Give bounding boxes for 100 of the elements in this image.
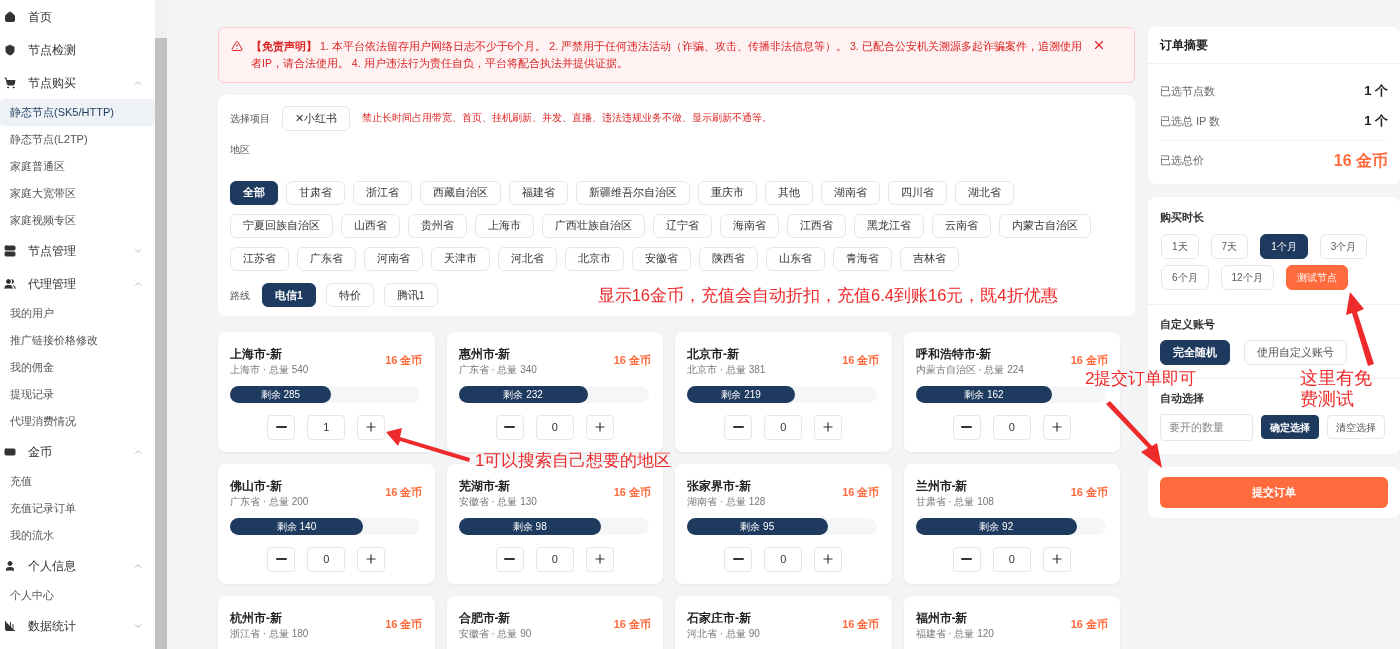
sidebar-group[interactable]: 节点购买 <box>0 66 155 99</box>
region-chip[interactable]: 全部 <box>230 181 278 205</box>
region-chip[interactable]: 海南省 <box>720 214 779 238</box>
route-chip[interactable]: 特价 <box>325 283 374 308</box>
decrease-button[interactable] <box>724 546 753 572</box>
region-chip[interactable]: 西藏自治区 <box>420 181 501 205</box>
quantity-field[interactable]: 0 <box>764 414 803 440</box>
confirm-button[interactable]: 确定选择 <box>1261 415 1319 439</box>
route-chip[interactable]: 腾讯1 <box>383 283 438 308</box>
region-chip[interactable]: 重庆市 <box>698 181 757 205</box>
duration-option[interactable]: 1天 <box>1161 233 1199 259</box>
account-option[interactable]: 完全随机 <box>1160 340 1230 365</box>
region-chip[interactable]: 贵州省 <box>408 214 467 238</box>
sidebar-item[interactable]: 推广链接价格修改 <box>0 327 155 354</box>
decrease-button[interactable] <box>267 546 296 572</box>
region-chip[interactable]: 福建省 <box>509 181 568 205</box>
region-chip[interactable]: 河北省 <box>498 247 557 271</box>
sidebar-item[interactable]: 家庭视频专区 <box>0 207 155 234</box>
sidebar-group[interactable]: 节点管理 <box>0 234 155 267</box>
sidebar-group[interactable]: 数据统计 <box>0 609 155 642</box>
quantity-field[interactable]: 0 <box>992 546 1031 572</box>
section-label: 自定义账号 <box>1160 316 1216 332</box>
increase-button[interactable] <box>1042 546 1071 572</box>
sidebar-group[interactable]: 代理管理 <box>0 267 155 300</box>
region-chip[interactable]: 其他 <box>765 181 813 205</box>
quantity-field[interactable]: 0 <box>764 546 803 572</box>
sidebar-item[interactable]: 我的用户 <box>0 300 155 327</box>
region-chip[interactable]: 河南省 <box>364 247 423 271</box>
decrease-button[interactable] <box>724 414 753 440</box>
duration-option[interactable]: 6个月 <box>1161 264 1209 290</box>
region-chip[interactable]: 浙江省 <box>353 181 412 205</box>
region-chip[interactable]: 山西省 <box>341 214 400 238</box>
region-chip[interactable]: 甘肃省 <box>286 181 345 205</box>
scrollbar[interactable] <box>155 0 167 649</box>
region-chip[interactable]: 北京市 <box>565 247 624 271</box>
duration-option[interactable]: 7天 <box>1210 233 1249 259</box>
sidebar-item[interactable]: 充值记录订单 <box>0 495 155 522</box>
region-chip[interactable]: 湖北省 <box>955 181 1014 205</box>
plus-icon <box>1049 552 1064 567</box>
increase-button[interactable] <box>585 546 614 572</box>
region-chip[interactable]: 四川省 <box>888 181 947 205</box>
region-chip[interactable]: 青海省 <box>833 247 892 271</box>
region-chip[interactable]: 广东省 <box>297 247 356 271</box>
decrease-button[interactable] <box>267 414 296 440</box>
clear-button[interactable]: 清空选择 <box>1327 415 1385 439</box>
region-chip[interactable]: 宁夏回族自治区 <box>230 214 333 238</box>
node-title: 惠州市-新 <box>458 345 512 362</box>
duration-option[interactable]: 1个月 <box>1260 233 1308 259</box>
region-chip[interactable]: 辽宁省 <box>653 214 712 238</box>
quantity-field[interactable]: 0 <box>992 414 1031 440</box>
region-chip[interactable]: 安徽省 <box>632 247 691 271</box>
quantity-field[interactable]: 0 <box>535 546 574 572</box>
region-chip[interactable]: 江西省 <box>787 214 846 238</box>
increase-button[interactable] <box>357 546 386 572</box>
increase-button[interactable] <box>814 414 843 440</box>
sidebar-item[interactable]: 家庭大宽带区 <box>0 180 155 207</box>
region-chip[interactable]: 上海市 <box>475 214 534 238</box>
sidebar-item[interactable]: 我的流水 <box>0 522 155 549</box>
region-chip[interactable]: 天津市 <box>431 247 490 271</box>
decrease-button[interactable] <box>952 414 981 440</box>
sidebar-item[interactable]: 充值 <box>0 468 155 495</box>
sidebar-item[interactable]: 代理消费情况 <box>0 408 155 435</box>
region-chip[interactable]: 江苏省 <box>230 247 289 271</box>
decrease-button[interactable] <box>495 546 524 572</box>
decrease-button[interactable] <box>952 546 981 572</box>
sidebar-group[interactable]: 首页 <box>0 0 155 33</box>
region-chip[interactable]: 内蒙古自治区 <box>999 214 1091 238</box>
region-chip[interactable]: 陕西省 <box>699 247 758 271</box>
shield-icon <box>4 43 16 56</box>
quantity-field[interactable]: 0 <box>307 546 346 572</box>
sidebar-item[interactable]: 提现记录 <box>0 381 155 408</box>
sidebar-group[interactable]: 个人信息 <box>0 549 155 582</box>
region-chip[interactable]: 山东省 <box>766 247 825 271</box>
route-chip[interactable]: 电信1 <box>262 283 316 308</box>
quantity-field[interactable]: 1 <box>307 414 346 440</box>
increase-button[interactable] <box>1042 414 1071 440</box>
region-chip[interactable]: 新疆维吾尔自治区 <box>576 181 690 205</box>
close-icon[interactable] <box>1092 38 1106 52</box>
sidebar-item[interactable]: 静态节点(L2TP) <box>0 126 155 153</box>
region-chip[interactable]: 广西壮族自治区 <box>542 214 645 238</box>
region-chip[interactable]: 湖南省 <box>821 181 880 205</box>
region-chip[interactable]: 吉林省 <box>900 247 959 271</box>
project-tag[interactable]: ✕小红书 <box>282 106 350 131</box>
increase-button[interactable] <box>814 546 843 572</box>
decrease-button[interactable] <box>495 414 524 440</box>
increase-button[interactable] <box>357 414 386 440</box>
duration-option[interactable]: 3个月 <box>1319 233 1368 259</box>
duration-option[interactable]: 12个月 <box>1220 264 1274 290</box>
region-chip[interactable]: 黑龙江省 <box>854 214 924 238</box>
quantity-input[interactable]: 要开的数量 <box>1160 413 1253 441</box>
sidebar-group[interactable]: 节点检测 <box>0 33 155 66</box>
sidebar-item[interactable]: 个人中心 <box>0 582 155 609</box>
sidebar-item[interactable]: 静态节点(SK5/HTTP) <box>0 99 155 126</box>
region-chip[interactable]: 云南省 <box>932 214 991 238</box>
sidebar-item[interactable]: 家庭普通区 <box>0 153 155 180</box>
increase-button[interactable] <box>585 414 614 440</box>
quantity-field[interactable]: 0 <box>535 414 574 440</box>
account-option[interactable]: 使用自定义账号 <box>1244 340 1347 365</box>
sidebar-item[interactable]: 我的佣金 <box>0 354 155 381</box>
sidebar-group[interactable]: 金币 <box>0 435 155 468</box>
